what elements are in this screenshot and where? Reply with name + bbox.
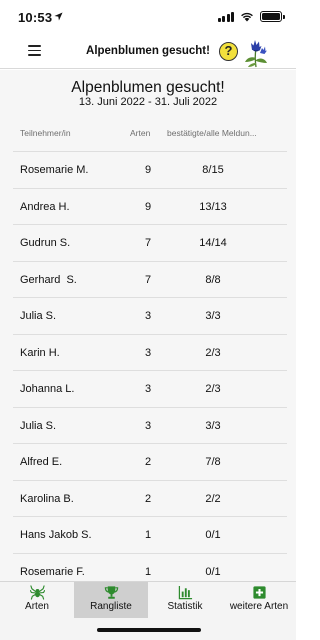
tab-statistik[interactable]: Statistik bbox=[148, 582, 222, 618]
species-count: 3 bbox=[144, 383, 152, 395]
table-row[interactable]: Rosemarie M. 9 8/15 bbox=[13, 151, 287, 188]
nav-bar: Alpenblumen gesucht! ? bbox=[0, 36, 296, 69]
table-row[interactable]: Rosemarie F. 1 0/1 bbox=[13, 552, 287, 582]
participant-name: Karolina B. bbox=[20, 492, 74, 505]
participant-name: Julia S. bbox=[20, 419, 57, 432]
wifi-icon bbox=[241, 12, 253, 22]
participant-name: Gerhard S. bbox=[20, 273, 77, 286]
table-row[interactable]: Andrea H. 9 13/13 bbox=[13, 187, 287, 225]
trophy-icon bbox=[104, 586, 118, 599]
participant-name: Rosemarie M. bbox=[20, 164, 89, 176]
table-row[interactable]: Julia S. 3 3/3 bbox=[13, 406, 287, 444]
table-row[interactable]: Gerhard S. 7 8/8 bbox=[13, 260, 287, 298]
tab-label: Rangliste bbox=[90, 601, 132, 612]
species-count: 3 bbox=[144, 419, 152, 432]
participant-name: Karin H. bbox=[20, 346, 60, 359]
status-bar: 10:53 bbox=[0, 0, 296, 36]
column-header-reports: bestätigte/alle Meldun... bbox=[167, 128, 257, 138]
tab-arten[interactable]: Arten bbox=[0, 582, 74, 618]
page-title: Alpenblumen gesucht! bbox=[71, 79, 225, 96]
reports-count: 3/3 bbox=[205, 310, 221, 322]
gentian-flower-logo-icon bbox=[245, 40, 267, 68]
tab-label: Statistik bbox=[167, 601, 203, 612]
tab-weitere-arten[interactable]: weitere Arten bbox=[222, 582, 296, 618]
participant-name: Rosemarie F. bbox=[20, 565, 85, 578]
table-row[interactable]: Karolina B. 2 2/2 bbox=[13, 479, 287, 517]
species-count: 9 bbox=[144, 164, 152, 176]
cellular-signal-icon bbox=[217, 11, 234, 22]
tab-label: weitere Arten bbox=[229, 601, 289, 612]
reports-count: 2/2 bbox=[205, 492, 221, 505]
location-arrow-icon bbox=[54, 12, 63, 21]
plus-box-icon bbox=[252, 586, 266, 599]
ranking-table: Rosemarie M. 9 8/15 Andrea H. 9 13/13 Gu… bbox=[0, 151, 296, 581]
table-header: Teilnehmer/in Arten bestätigte/alle Meld… bbox=[0, 125, 296, 145]
tab-rangliste[interactable]: Rangliste bbox=[74, 582, 148, 618]
species-count: 3 bbox=[144, 346, 152, 359]
table-row[interactable]: Alfred E. 2 7/8 bbox=[13, 443, 287, 480]
reports-count: 3/3 bbox=[205, 419, 221, 432]
status-time: 10:53 bbox=[18, 10, 53, 25]
species-count: 2 bbox=[144, 492, 152, 505]
participant-name: Hans Jakob S. bbox=[20, 529, 92, 541]
species-count: 1 bbox=[144, 529, 152, 541]
reports-count: 7/8 bbox=[205, 456, 221, 468]
date-range: 13. Juni 2022 - 31. Juli 2022 bbox=[78, 96, 218, 108]
participant-name: Gudrun S. bbox=[20, 237, 71, 249]
species-count: 7 bbox=[144, 273, 152, 286]
spider-icon bbox=[29, 585, 45, 600]
bar-chart-icon bbox=[178, 585, 192, 600]
species-count: 2 bbox=[144, 456, 152, 468]
species-count: 9 bbox=[144, 200, 152, 213]
help-icon[interactable]: ? bbox=[219, 42, 238, 61]
table-row[interactable]: Gudrun S. 7 14/14 bbox=[13, 224, 287, 261]
reports-count: 8/8 bbox=[205, 273, 221, 286]
column-header-species: Arten bbox=[130, 128, 151, 138]
species-count: 3 bbox=[144, 310, 152, 322]
participant-name: Andrea H. bbox=[20, 200, 70, 213]
participant-name: Johanna L. bbox=[20, 383, 75, 395]
ranking-content[interactable]: Alpenblumen gesucht! 13. Juni 2022 - 31.… bbox=[0, 70, 296, 581]
battery-icon bbox=[260, 11, 285, 22]
table-row[interactable]: Julia S. 3 3/3 bbox=[13, 297, 287, 334]
reports-count: 14/14 bbox=[199, 237, 227, 249]
tab-label: Arten bbox=[25, 601, 49, 612]
participant-name: Julia S. bbox=[20, 310, 57, 322]
reports-count: 2/3 bbox=[205, 346, 221, 359]
reports-count: 0/1 bbox=[205, 565, 221, 578]
species-count: 1 bbox=[144, 565, 152, 578]
species-count: 7 bbox=[144, 237, 152, 249]
table-row[interactable]: Johanna L. 3 2/3 bbox=[13, 370, 287, 407]
reports-count: 2/3 bbox=[205, 383, 221, 395]
participant-name: Alfred E. bbox=[20, 456, 63, 468]
reports-count: 8/15 bbox=[202, 164, 224, 176]
home-indicator bbox=[97, 628, 201, 632]
column-header-participant: Teilnehmer/in bbox=[20, 128, 71, 138]
table-row[interactable]: Hans Jakob S. 1 0/1 bbox=[13, 516, 287, 553]
reports-count: 13/13 bbox=[199, 200, 227, 213]
status-indicators bbox=[217, 11, 285, 22]
table-row[interactable]: Karin H. 3 2/3 bbox=[13, 333, 287, 371]
reports-count: 0/1 bbox=[205, 529, 221, 541]
